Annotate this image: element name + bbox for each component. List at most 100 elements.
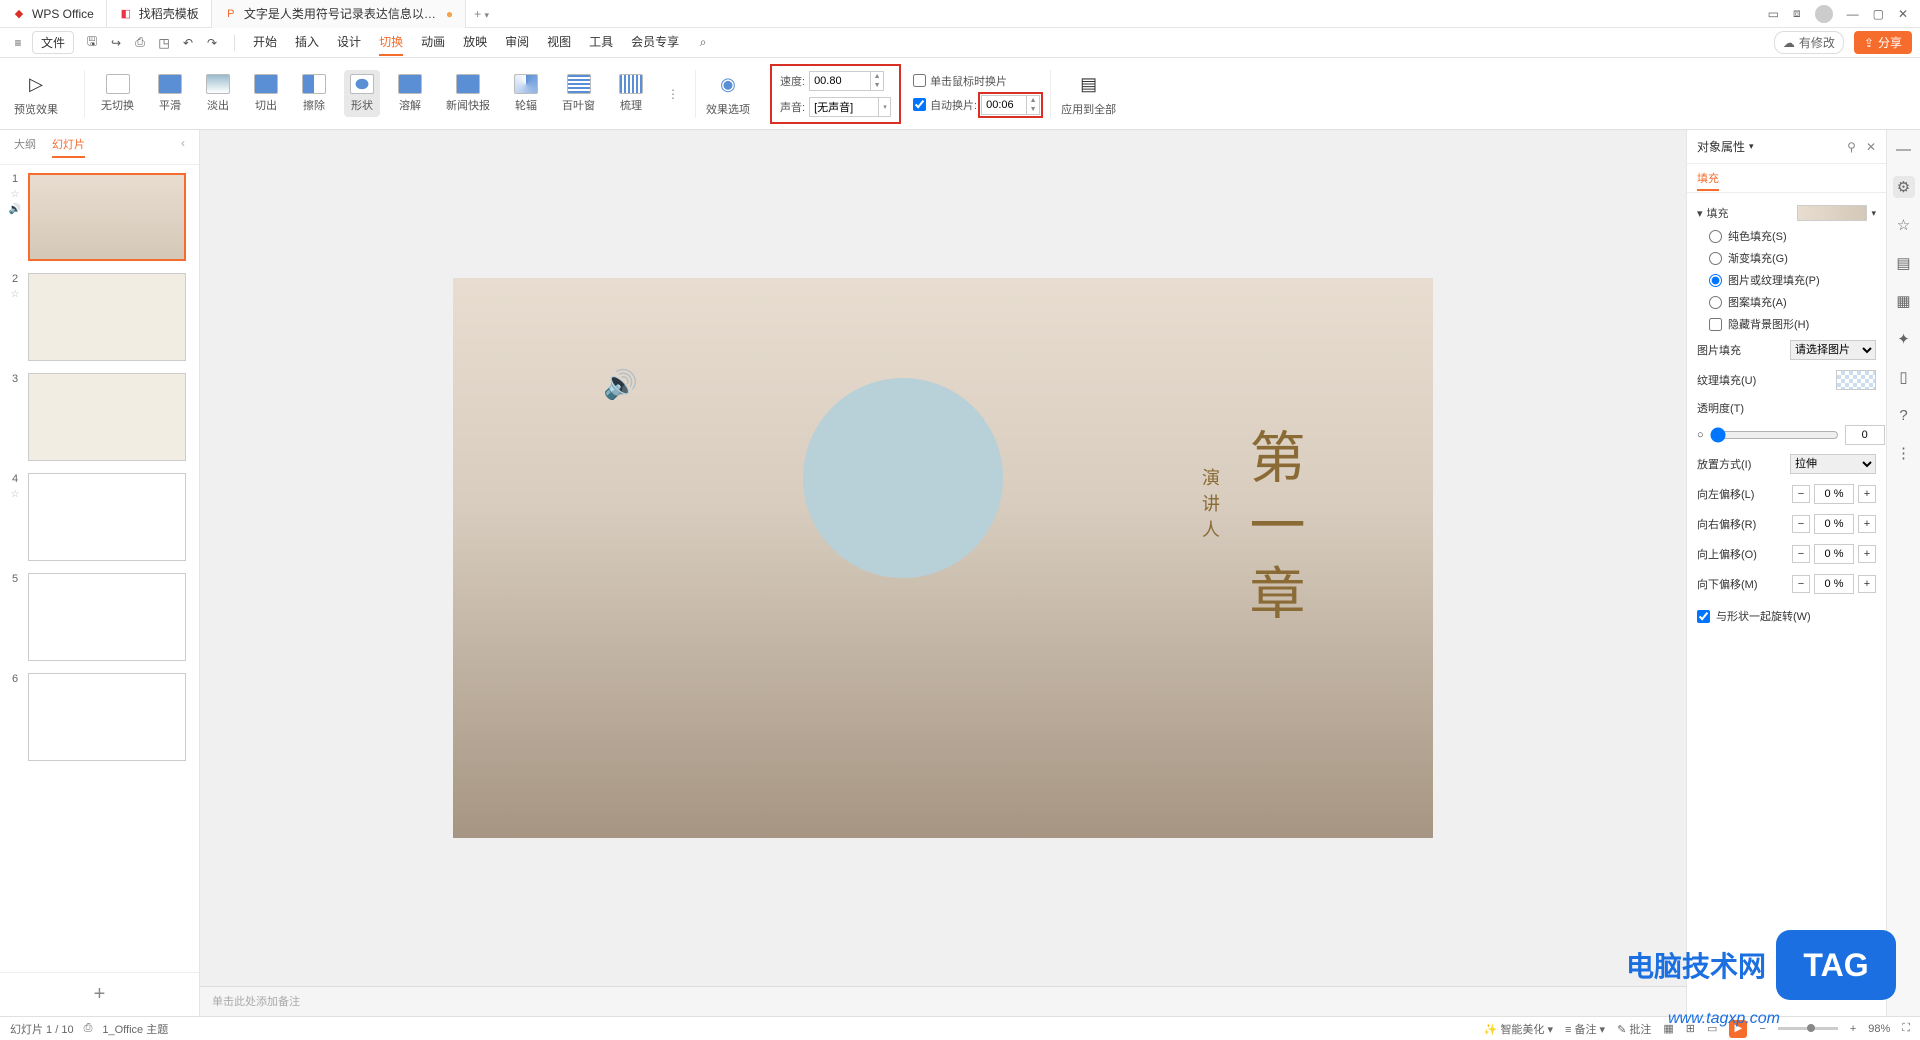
auto-advance-spinner[interactable]: ▲▼ [981, 95, 1040, 115]
minimize-icon[interactable]: — [1847, 7, 1859, 21]
transition-more-icon[interactable]: ⋮ [667, 87, 679, 101]
more-icon[interactable]: ⋮ [1893, 442, 1915, 464]
fill-picture-radio[interactable] [1709, 274, 1722, 287]
phone-icon[interactable]: ▯ [1893, 366, 1915, 388]
picture-select[interactable]: 请选择图片 [1790, 340, 1876, 360]
slides-tab[interactable]: 幻灯片 [52, 136, 85, 158]
app-tab-doc[interactable]: P 文字是人类用符号记录表达信息以… ● [212, 0, 466, 28]
sound-select[interactable]: ▾ [809, 97, 891, 117]
tab-insert[interactable]: 插入 [295, 29, 319, 56]
settings-icon[interactable]: ⚙ [1893, 176, 1915, 198]
reader-icon[interactable]: ▭ [1768, 7, 1779, 21]
speed-input[interactable] [810, 72, 870, 90]
fill-section-header[interactable]: ▾填充▾ [1697, 201, 1876, 225]
search-icon[interactable]: ⌕ [693, 33, 713, 53]
star-icon[interactable]: ☆ [1893, 214, 1915, 236]
fill-preview[interactable] [1797, 205, 1867, 221]
collapse-icon[interactable]: ‹ [181, 136, 185, 158]
file-menu-button[interactable]: 文件 [32, 31, 74, 54]
save-icon[interactable]: 🖫 [82, 33, 102, 53]
transition-blinds[interactable]: 百叶窗 [556, 70, 601, 117]
spin-down-icon[interactable]: ▼ [871, 81, 883, 90]
tile-select[interactable]: 拉伸 [1790, 454, 1876, 474]
zoom-slider[interactable] [1778, 1027, 1838, 1030]
transition-morph[interactable]: 平滑 [152, 70, 188, 117]
notes-area[interactable]: 单击此处添加备注 [200, 986, 1686, 1016]
plus-button[interactable]: + [1858, 485, 1876, 503]
offset-r-value[interactable] [1814, 514, 1854, 534]
slide-canvas[interactable]: 🔊 第一章 演讲人 [453, 278, 1433, 838]
minus-button[interactable]: − [1792, 575, 1810, 593]
app-tab-wps[interactable]: ◆ WPS Office [0, 0, 107, 28]
slide-thumb-6[interactable] [28, 673, 186, 761]
apply-all-button[interactable]: ▤ 应用到全部 [1061, 71, 1116, 117]
comment-button[interactable]: ✎ 批注 [1617, 1021, 1651, 1037]
transition-wheel[interactable]: 轮辐 [508, 70, 544, 117]
transition-none[interactable]: 无切换 [95, 70, 140, 117]
dropdown-icon[interactable]: ▾ [879, 98, 891, 116]
tab-design[interactable]: 设计 [337, 29, 361, 56]
slide-thumb-3[interactable] [28, 373, 186, 461]
transition-comb[interactable]: 梳理 [613, 70, 649, 117]
preview-icon[interactable]: ◳ [154, 33, 174, 53]
export-icon[interactable]: ↪ [106, 33, 126, 53]
tab-tools[interactable]: 工具 [589, 29, 613, 56]
smart-beautify-button[interactable]: ✨ 智能美化 ▾ [1484, 1021, 1553, 1037]
modification-tag[interactable]: ☁有修改 [1774, 31, 1844, 54]
minus-button[interactable]: − [1792, 545, 1810, 563]
transition-cut[interactable]: 切出 [248, 70, 284, 117]
slide-thumb-4[interactable] [28, 473, 186, 561]
slide-thumb-2[interactable] [28, 273, 186, 361]
thumbnails-list[interactable]: 1☆🔊 2☆ 3 4☆ 5 6 [0, 165, 199, 972]
undo-icon[interactable]: ↶ [178, 33, 198, 53]
transition-dissolve[interactable]: 溶解 [392, 70, 428, 117]
plus-button[interactable]: + [1858, 515, 1876, 533]
fill-tab[interactable]: 填充 [1697, 173, 1719, 191]
tab-transition[interactable]: 切换 [379, 29, 403, 56]
app-tab-docer[interactable]: ◧ 找稻壳模板 [107, 0, 212, 28]
hamburger-icon[interactable]: ≡ [8, 33, 28, 53]
transition-shape[interactable]: 形状 [344, 70, 380, 117]
image-icon[interactable]: ▦ [1893, 290, 1915, 312]
click-advance-checkbox[interactable] [913, 74, 926, 87]
redo-icon[interactable]: ↷ [202, 33, 222, 53]
speed-spinner[interactable]: ▲▼ [809, 71, 884, 91]
texture-picker[interactable] [1836, 370, 1876, 390]
offset-l-value[interactable] [1814, 484, 1854, 504]
share-button[interactable]: ⇪分享 [1854, 31, 1912, 54]
tab-play[interactable]: 放映 [463, 29, 487, 56]
fill-gradient-radio[interactable] [1709, 252, 1722, 265]
zoom-in-icon[interactable]: + [1850, 1023, 1856, 1035]
tab-view[interactable]: 视图 [547, 29, 571, 56]
spin-down-icon[interactable]: ▼ [1027, 105, 1039, 114]
tab-animation[interactable]: 动画 [421, 29, 445, 56]
tab-start[interactable]: 开始 [253, 29, 277, 56]
outline-tab[interactable]: 大纲 [14, 136, 36, 158]
transition-wipe[interactable]: 擦除 [296, 70, 332, 117]
transition-fade[interactable]: 淡出 [200, 70, 236, 117]
offset-b-value[interactable] [1814, 574, 1854, 594]
expand-icon[interactable]: — [1893, 138, 1915, 160]
minus-button[interactable]: − [1792, 485, 1810, 503]
minus-button[interactable]: − [1792, 515, 1810, 533]
preview-effect-button[interactable]: ▷ 预览效果 [14, 71, 58, 117]
notes-button[interactable]: ≡ 备注 ▾ [1565, 1021, 1605, 1037]
pin-icon[interactable]: ⚲ [1847, 140, 1856, 154]
slide-thumb-5[interactable] [28, 573, 186, 661]
zoom-value[interactable]: 98% [1868, 1023, 1890, 1035]
rotate-with-shape-checkbox[interactable] [1697, 610, 1710, 623]
plus-button[interactable]: + [1858, 545, 1876, 563]
fill-solid-radio[interactable] [1709, 230, 1722, 243]
cube-icon[interactable]: ⧈ [1793, 6, 1801, 21]
fill-pattern-radio[interactable] [1709, 296, 1722, 309]
hide-bg-checkbox[interactable] [1709, 318, 1722, 331]
plus-button[interactable]: + [1858, 575, 1876, 593]
offset-t-value[interactable] [1814, 544, 1854, 564]
sound-value[interactable] [810, 98, 878, 116]
transition-newsflash[interactable]: 新闻快报 [440, 70, 496, 117]
effect-options-button[interactable]: ◉ 效果选项 [706, 71, 750, 117]
opacity-slider[interactable] [1710, 427, 1839, 443]
spin-up-icon[interactable]: ▲ [1027, 96, 1039, 105]
avatar-icon[interactable] [1815, 5, 1833, 23]
print-icon[interactable]: ⎙ [130, 33, 150, 53]
